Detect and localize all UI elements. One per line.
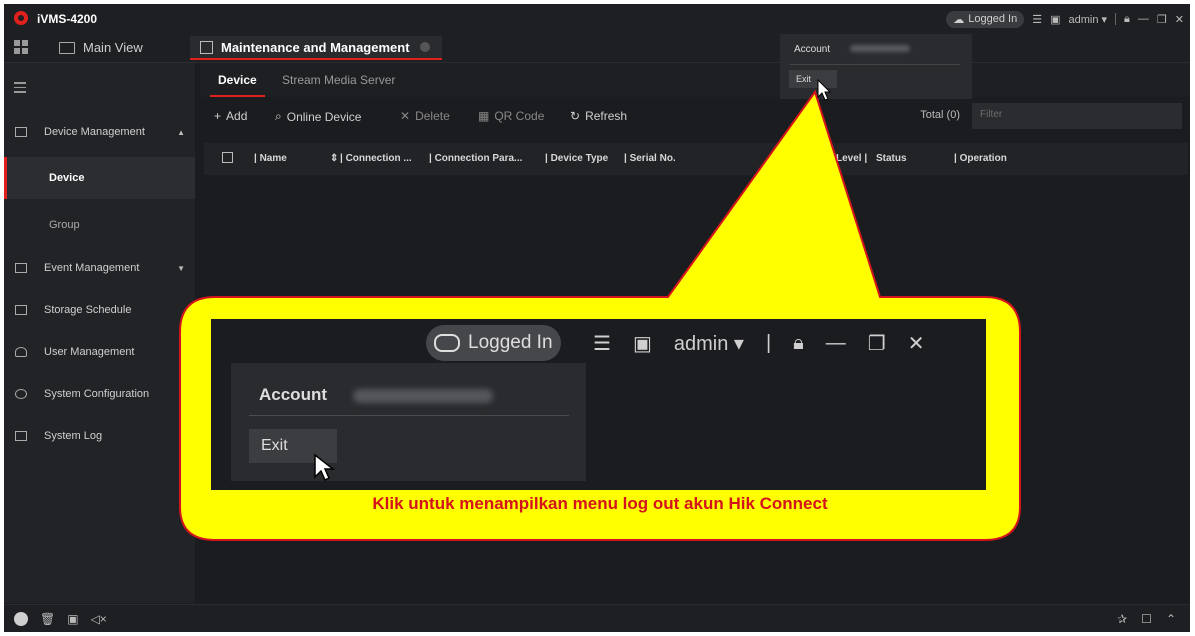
image-icon: ▣ [632, 333, 652, 355]
zoomed-account-label: Account [259, 385, 327, 404]
zoomed-logged-in-button: Logged In [426, 325, 561, 361]
zoomed-account-name-blurred [353, 389, 493, 403]
zoomed-account-menu: Account Exit [231, 363, 586, 482]
zoomed-username-label: admin [673, 333, 729, 355]
minimize-icon: — [825, 332, 846, 354]
list-icon: ☰ [593, 333, 611, 355]
zoomed-user-menu: admin ▾ [674, 331, 744, 356]
callout-caption: Klik untuk menampilkan menu log out akun… [372, 494, 828, 513]
lock-icon: 🔒︎ [793, 332, 804, 354]
mouse-cursor-icon [314, 453, 335, 482]
mouse-cursor-icon [817, 78, 832, 101]
close-icon: ✕ [907, 333, 925, 355]
restore-icon: ❐ [867, 333, 886, 355]
zoomed-title-controls: ☰ ▣ admin ▾ | 🔒︎ — ❐ ✕ [593, 331, 924, 356]
divider [249, 415, 569, 416]
zoomed-logged-in-label: Logged In [468, 332, 553, 353]
caret-down-icon: ▾ [733, 333, 744, 355]
divider: | [765, 332, 772, 354]
cloud-icon [434, 334, 460, 352]
zoomed-screenshot: Logged In ☰ ▣ admin ▾ | 🔒︎ — ❐ ✕ Account… [211, 319, 986, 490]
callout-balloon [179, 78, 1021, 541]
